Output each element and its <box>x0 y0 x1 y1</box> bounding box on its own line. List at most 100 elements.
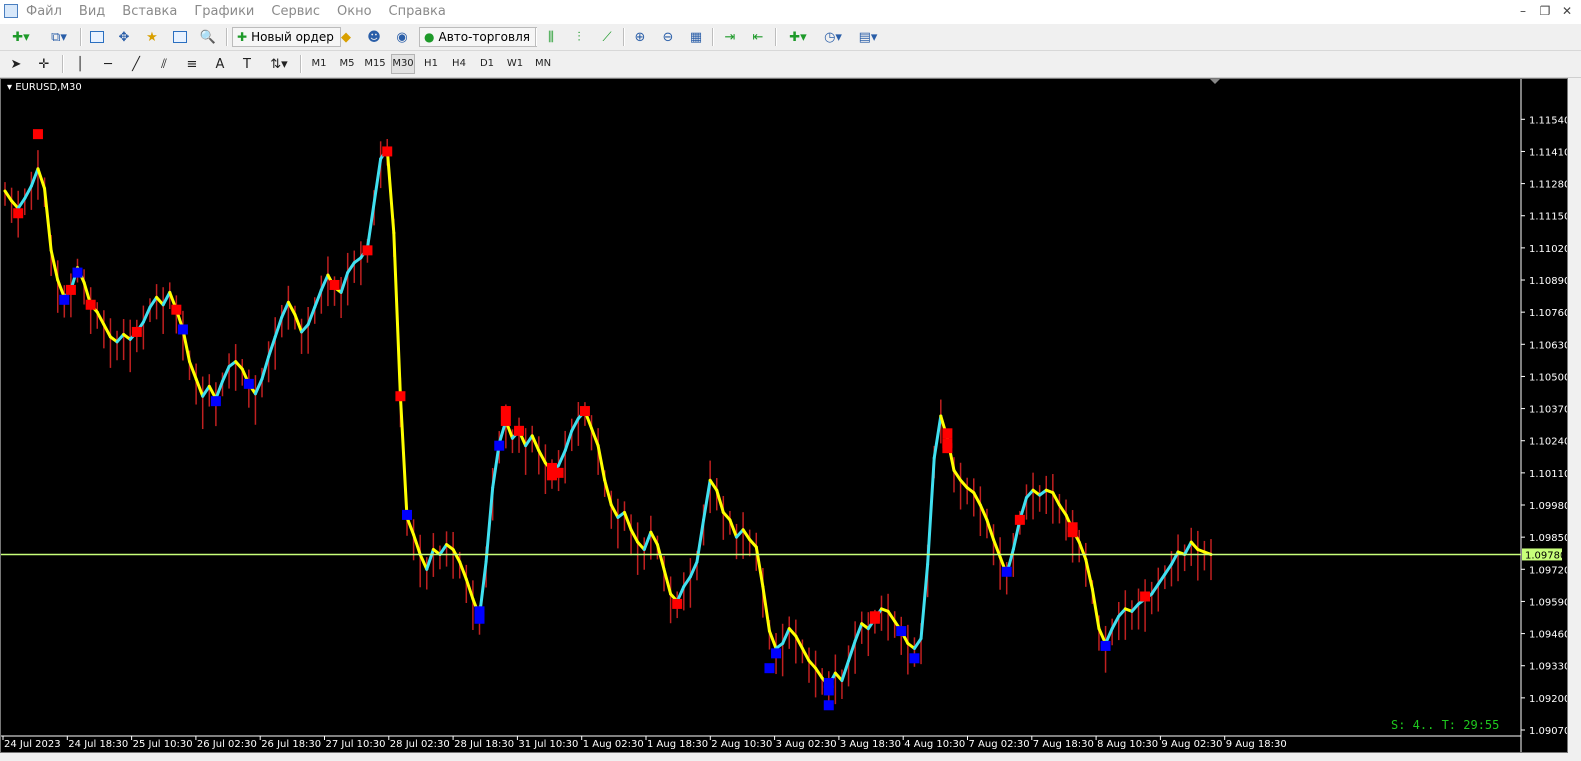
auto-trading-button[interactable]: ● Авто-торговля <box>419 27 537 47</box>
price-line-segment <box>36 167 47 191</box>
line-chart-button[interactable]: ⟋ <box>597 27 617 47</box>
candlestick-button[interactable]: ⫶ <box>569 27 589 47</box>
buy-signal-marker <box>823 700 834 711</box>
profiles-icon: ⧉▾ <box>51 29 67 45</box>
buy-signal-marker <box>243 378 254 389</box>
app-icon[interactable] <box>4 4 18 18</box>
price-line-segment <box>563 429 574 453</box>
price-line-segment <box>682 575 692 589</box>
price-line-segment <box>280 300 290 319</box>
buy-signal-marker <box>402 509 412 520</box>
indicators-button[interactable]: ✚▾ <box>783 27 813 47</box>
sell-signal-marker <box>382 146 393 157</box>
price-line-segment <box>194 377 205 398</box>
channel-icon: ⫽ <box>161 56 167 72</box>
buy-signal-marker <box>896 626 907 637</box>
x-tick-label: 3 Aug 02:30 <box>776 739 837 750</box>
auto-scroll-button[interactable]: ⇥ <box>720 27 740 47</box>
sell-signal-marker <box>13 208 24 219</box>
zoom-in-button[interactable]: ⊕ <box>630 27 650 47</box>
price-line-segment <box>728 518 739 539</box>
terminal-button[interactable] <box>170 27 190 47</box>
navigator-button[interactable]: ★ <box>141 27 163 47</box>
horizontal-line-button[interactable]: ─ <box>98 54 118 74</box>
equidistant-channel-button[interactable]: ⫽ <box>154 54 174 74</box>
crosshair-button[interactable]: ✛ <box>34 54 54 74</box>
menu-item-view[interactable]: Вид <box>79 0 116 24</box>
timeframe-mn-button[interactable]: MN <box>531 54 555 74</box>
chart-canvas[interactable]: 1.11540 1.11410 1.11280 1.11150 1.11020 1.108… <box>1 79 1567 752</box>
menu-item-file[interactable]: Файл <box>26 0 73 24</box>
price-line-segment <box>1051 491 1061 507</box>
sell-signal-marker <box>1067 522 1078 533</box>
text-button[interactable]: A <box>210 54 230 74</box>
price-line-segment <box>313 288 323 309</box>
price-line-segment <box>985 518 996 542</box>
vertical-line-icon: │ <box>76 56 84 72</box>
timeframe-h4-button[interactable]: H4 <box>447 54 471 74</box>
restore-button[interactable]: ❐ <box>1537 2 1553 20</box>
new-order-label: Новый ордер <box>251 30 334 44</box>
market-watch-button[interactable] <box>87 27 107 47</box>
strategy-tester-button[interactable]: 🔍 <box>198 27 218 47</box>
data-window-button[interactable]: ✥ <box>114 27 134 47</box>
price-line-segment <box>761 585 771 633</box>
sell-signal-marker <box>85 299 96 310</box>
price-line-segment <box>372 157 383 205</box>
y-tick-label: 1.11540 <box>1529 115 1567 126</box>
community-icon: ☻ <box>367 29 381 45</box>
toolbar-separator <box>712 28 714 46</box>
vertical-line-button[interactable]: │ <box>70 54 90 74</box>
price-line-segment <box>458 560 468 581</box>
zoom-out-button[interactable]: ⊖ <box>658 27 678 47</box>
timeframe-w1-button[interactable]: W1 <box>503 54 527 74</box>
menu-item-charts[interactable]: Графики <box>194 0 265 24</box>
fibonacci-button[interactable]: ≡ <box>182 54 202 74</box>
menu-item-insert[interactable]: Вставка <box>122 0 188 24</box>
price-line-segment <box>392 231 402 398</box>
price-line-segment <box>3 189 14 203</box>
tile-windows-button[interactable]: ▦ <box>686 27 706 47</box>
trendline-button[interactable]: ╱ <box>126 54 146 74</box>
price-line-segment <box>1057 503 1068 517</box>
metaeditor-button[interactable]: ◆ <box>336 27 356 47</box>
current-price-label: 1.09780 <box>1525 550 1566 561</box>
minimize-button[interactable]: – <box>1515 2 1531 20</box>
chart-window[interactable]: 1.11540 1.11410 1.11280 1.11150 1.11020 1.108… <box>0 78 1568 753</box>
status-strip <box>0 753 1581 761</box>
menu-item-help[interactable]: Справка <box>389 0 457 24</box>
y-tick-label: 1.10630 <box>1529 340 1567 351</box>
price-line-segment <box>603 478 613 507</box>
timeframe-m1-button[interactable]: M1 <box>307 54 331 74</box>
close-button[interactable]: ✕ <box>1559 2 1575 20</box>
chart-title: ▾ EURUSD,M30 <box>7 82 82 93</box>
timeframe-h1-button[interactable]: H1 <box>419 54 443 74</box>
cursor-button[interactable]: ➤ <box>6 54 26 74</box>
timeframe-m15-button[interactable]: M15 <box>363 54 387 74</box>
timeframe-d1-button[interactable]: D1 <box>475 54 499 74</box>
menu-item-tools[interactable]: Сервис <box>271 0 331 24</box>
price-line-segment <box>418 552 429 571</box>
bar-chart-button[interactable]: ⫼ <box>541 27 561 47</box>
arrows-button[interactable]: ⇅▾ <box>264 54 294 74</box>
price-line-segment <box>267 335 277 359</box>
signals-button[interactable]: ◉ <box>392 27 412 47</box>
sell-signal-marker <box>329 279 340 290</box>
price-line-segment <box>260 355 271 381</box>
new-chart-button[interactable]: ✚▾ <box>6 27 36 47</box>
text-label-button[interactable]: T <box>237 54 257 74</box>
vertical-scrollbar[interactable] <box>1568 78 1581 753</box>
community-button[interactable]: ☻ <box>364 27 384 47</box>
timeframe-m5-button[interactable]: M5 <box>335 54 359 74</box>
sell-signal-marker <box>869 611 880 622</box>
timeframe-m30-button[interactable]: M30 <box>391 54 415 74</box>
price-line-segment <box>570 416 580 433</box>
chart-shift-button[interactable]: ⇤ <box>748 27 768 47</box>
y-tick-label: 1.09460 <box>1529 630 1567 641</box>
periods-button[interactable]: ◷▾ <box>818 27 848 47</box>
menu-item-window[interactable]: Окно <box>337 0 383 24</box>
profiles-button[interactable]: ⧉▾ <box>44 27 74 47</box>
templates-button[interactable]: ▤▾ <box>853 27 883 47</box>
new-order-button[interactable]: ✚ Новый ордер <box>232 27 341 47</box>
sell-signal-marker <box>32 129 43 140</box>
